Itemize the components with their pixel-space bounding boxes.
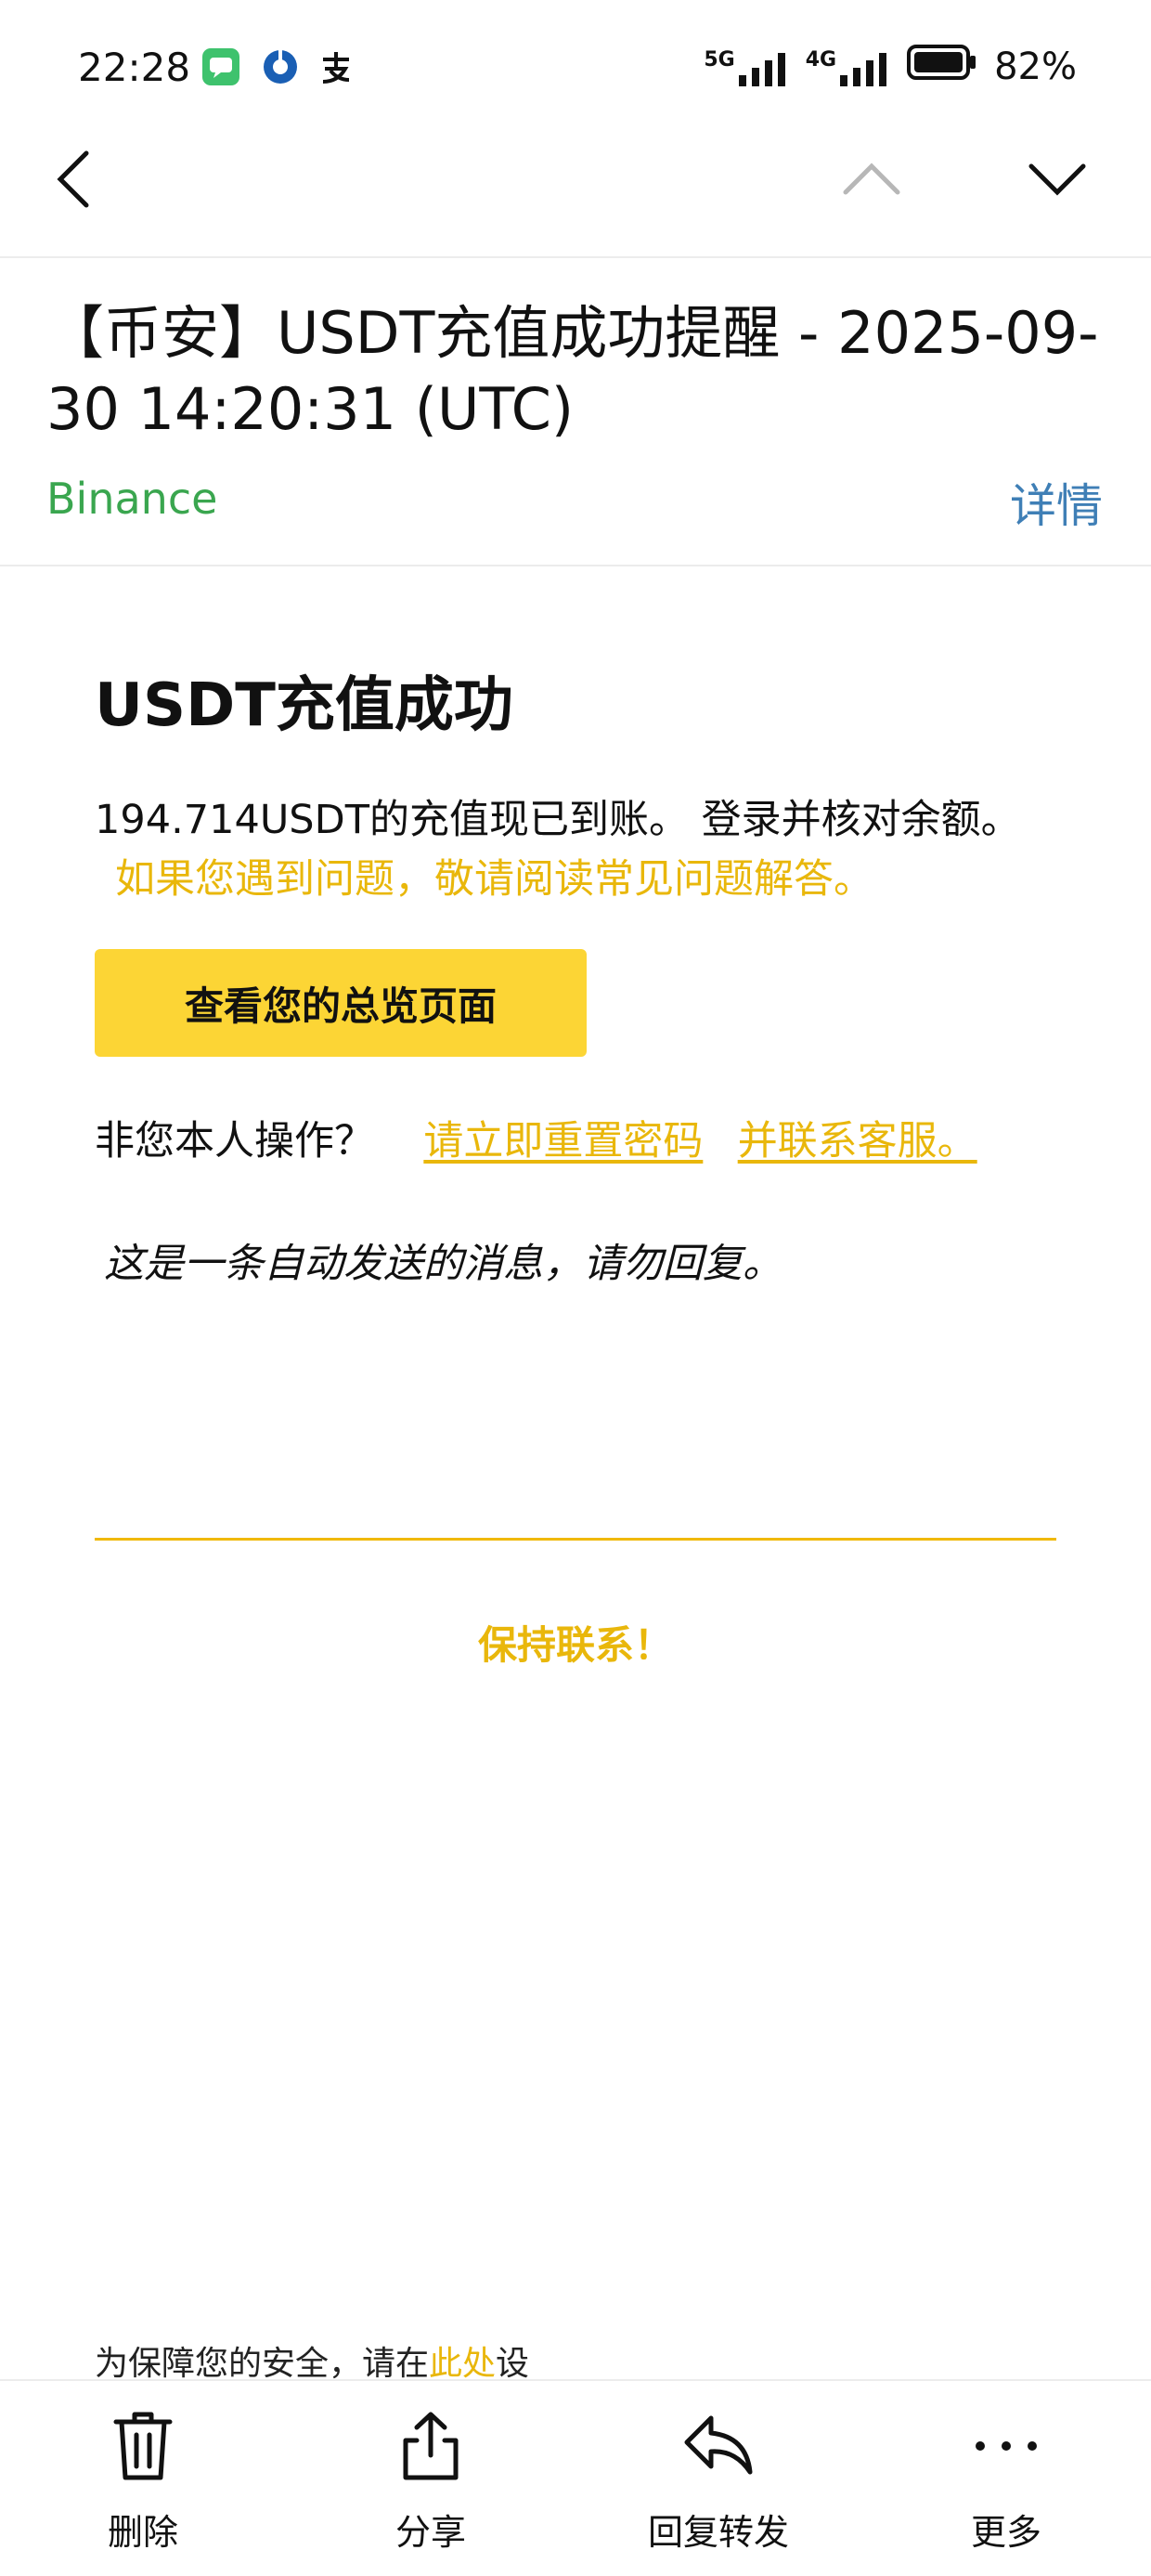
share-icon: [403, 2412, 459, 2480]
security-note-prefix: 为保障您的安全，请在: [95, 2345, 430, 2383]
reply-forward-button[interactable]: 回复转发: [626, 2409, 811, 2555]
contact-support-link[interactable]: 并联系客服。: [738, 1118, 977, 1164]
bank-app-icon: [262, 48, 299, 85]
deposit-message: 194.714USDT的充值现已到账。 登录并核对余额。: [95, 797, 1021, 843]
sender-name[interactable]: Binance: [46, 474, 217, 524]
faq-link[interactable]: 如果您遇到问题，敬请阅读常见问题解答。: [115, 847, 873, 904]
security-here-link[interactable]: 此处: [429, 2345, 496, 2383]
battery-icon: [907, 45, 977, 89]
delete-label: 删除: [107, 2512, 178, 2553]
email-heading: USDT充值成功: [95, 671, 513, 740]
more-label: 更多: [970, 2512, 1041, 2553]
back-arrow-icon: [57, 150, 89, 208]
messages-app-icon: [202, 48, 239, 85]
share-button[interactable]: 分享: [338, 2409, 524, 2555]
security-note: 为保障您的安全，请在此处设: [95, 2336, 529, 2385]
trash-icon: [113, 2412, 173, 2480]
delete-button[interactable]: 删除: [50, 2409, 236, 2555]
email-subject: 【币安】USDT充值成功提醒 - 2025-09-30 14:20:31 (UT…: [46, 299, 1099, 443]
signal-5g-icon: 5G: [704, 48, 788, 86]
status-time: 22:28: [78, 45, 191, 90]
next-email-button[interactable]: [1015, 137, 1099, 221]
more-button[interactable]: 更多: [913, 2409, 1099, 2555]
reply-icon: [684, 2415, 753, 2475]
security-note-suffix: 设: [496, 2345, 530, 2383]
view-dashboard-button[interactable]: 查看您的总览页面: [95, 949, 587, 1057]
auto-message-note: 这是一条自动发送的消息，请勿回复。: [104, 1241, 782, 1287]
alipay-app-icon: [317, 48, 355, 85]
content-divider: [0, 565, 1151, 566]
not-you-text: 非您本人操作？: [95, 1118, 374, 1164]
battery-percent: 82%: [994, 46, 1077, 88]
footer-divider: [95, 1538, 1056, 1541]
reset-password-link[interactable]: 请立即重置密码: [423, 1118, 703, 1164]
chevron-down-icon: [1028, 163, 1086, 196]
chevron-up-icon: [843, 163, 900, 195]
details-link[interactable]: 详情: [1010, 469, 1103, 536]
back-button[interactable]: [32, 137, 115, 221]
previous-email-button[interactable]: [830, 137, 913, 221]
more-dots-icon: [976, 2441, 1037, 2451]
reply-forward-label: 回复转发: [647, 2512, 789, 2553]
not-you-row: 非您本人操作？ 请立即重置密码 并联系客服。: [95, 1109, 977, 1166]
keep-in-touch: 保持联系！: [477, 1622, 673, 1668]
header-divider: [0, 256, 1151, 258]
status-indicators: 5G 4G 82%: [704, 45, 1077, 89]
signal-4g-icon: 4G: [806, 48, 890, 86]
share-label: 分享: [394, 2512, 466, 2553]
